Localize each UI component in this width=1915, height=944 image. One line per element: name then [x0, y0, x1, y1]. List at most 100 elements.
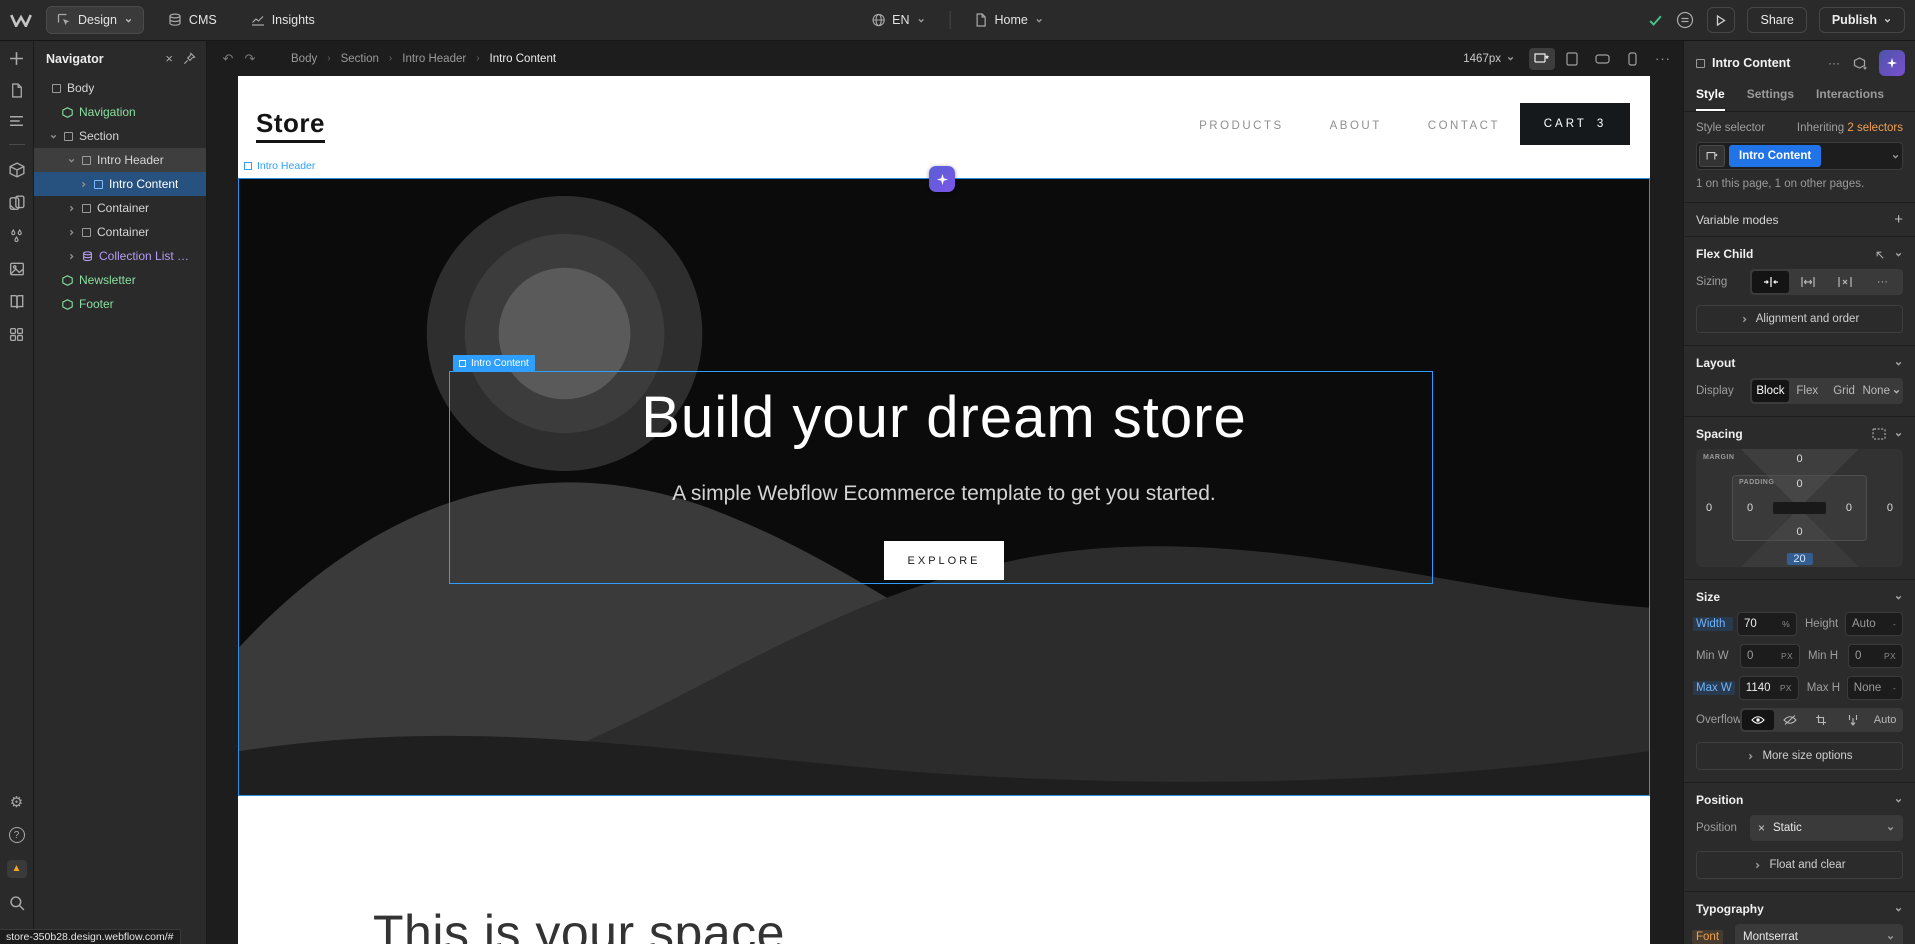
tree-item-intro-header[interactable]: Intro Header — [34, 148, 206, 172]
tab-interactions[interactable]: Interactions — [1816, 83, 1884, 111]
breadcrumb-section[interactable]: Section — [335, 53, 385, 65]
select-parent-icon[interactable] — [1873, 248, 1886, 261]
audit-warning-icon[interactable]: ▲ — [7, 860, 27, 878]
breakpoint-indicator-icon[interactable] — [1699, 145, 1725, 167]
padding-left-value[interactable]: 0 — [1747, 502, 1753, 514]
explore-button[interactable]: EXPLORE — [884, 541, 1004, 580]
comments-icon[interactable] — [1675, 10, 1695, 30]
collapse-section-icon[interactable] — [1894, 905, 1903, 914]
tree-item-navigation[interactable]: Navigation — [34, 100, 206, 124]
margin-bottom-value[interactable]: 20 — [1786, 553, 1812, 565]
element-more-icon[interactable]: ··· — [1828, 56, 1840, 70]
padding-right-value[interactable]: 0 — [1846, 502, 1852, 514]
tree-item-container[interactable]: Container — [34, 196, 206, 220]
intro-content-label[interactable]: Intro Content — [453, 355, 535, 371]
site-logo[interactable]: Store — [256, 108, 325, 143]
search-icon[interactable] — [9, 895, 25, 911]
margin-top-value[interactable]: 0 — [1696, 453, 1903, 465]
assets-image-icon[interactable] — [9, 261, 25, 277]
hero-title[interactable]: Build your dream store — [239, 384, 1649, 451]
chevron-down-icon[interactable] — [1891, 152, 1900, 161]
canvas-width-control[interactable]: 1467px — [1463, 53, 1515, 65]
collapse-section-icon[interactable] — [1894, 250, 1903, 259]
undo-icon[interactable]: ↶ — [219, 51, 237, 67]
nav-link-about[interactable]: ABOUT — [1330, 120, 1382, 132]
display-block-option[interactable]: Block — [1752, 380, 1789, 402]
chevron-right-icon[interactable] — [66, 228, 76, 237]
nav-link-contact[interactable]: CONTACT — [1428, 120, 1500, 132]
sizing-more-icon[interactable]: ··· — [1864, 271, 1901, 293]
breakpoint-tablet-icon[interactable] — [1559, 48, 1585, 70]
variables-icon[interactable] — [9, 228, 24, 244]
tab-settings[interactable]: Settings — [1747, 83, 1794, 111]
clear-icon[interactable]: × — [1758, 821, 1765, 835]
intro-header-label[interactable]: Intro Header — [244, 160, 315, 172]
max-width-field[interactable]: PX — [1739, 676, 1799, 700]
pages-icon[interactable] — [10, 83, 24, 98]
style-selector-input[interactable]: Intro Content — [1696, 142, 1903, 170]
more-size-options-expander[interactable]: More size options — [1696, 742, 1903, 770]
chevron-right-icon[interactable] — [66, 204, 76, 213]
overflow-auto-option[interactable]: Auto — [1869, 710, 1901, 730]
pin-panel-icon[interactable] — [183, 52, 196, 65]
sizing-none-icon[interactable] — [1827, 271, 1864, 293]
locale-switcher[interactable]: EN — [861, 7, 935, 33]
overflow-visible-eye-icon[interactable] — [1742, 710, 1774, 730]
cart-button[interactable]: CART 3 — [1520, 103, 1630, 145]
publish-button[interactable]: Publish — [1819, 7, 1905, 33]
max-width-input[interactable] — [1746, 682, 1776, 694]
collapse-section-icon[interactable] — [1894, 359, 1903, 368]
next-section-title[interactable]: This is your space — [373, 904, 785, 944]
add-variable-mode-icon[interactable]: + — [1894, 212, 1903, 227]
width-field[interactable]: % — [1737, 612, 1797, 636]
page-switcher[interactable]: Home — [965, 7, 1054, 33]
alignment-and-order-expander[interactable]: Alignment and order — [1696, 305, 1903, 333]
chevron-right-icon[interactable] — [78, 180, 88, 189]
collapse-section-icon[interactable] — [1894, 796, 1903, 805]
apps-grid-icon[interactable] — [9, 327, 24, 342]
min-height-field[interactable]: PX — [1848, 644, 1903, 668]
breakpoint-phone-portrait-icon[interactable] — [1619, 48, 1645, 70]
breadcrumb-intro-content[interactable]: Intro Content — [484, 53, 562, 65]
collapse-section-icon[interactable] — [1894, 593, 1903, 602]
settings-gear-icon[interactable]: ⚙ — [10, 795, 23, 810]
intro-header-section[interactable]: Intro Content Build your dream store A s… — [238, 178, 1650, 796]
breadcrumb-body[interactable]: Body — [285, 53, 323, 65]
ai-assistant-panel-button[interactable] — [1879, 50, 1905, 76]
tree-item-newsletter[interactable]: Newsletter — [34, 268, 206, 292]
width-input[interactable] — [1744, 618, 1778, 630]
position-dropdown[interactable]: × Static — [1750, 815, 1903, 841]
webflow-logo[interactable] — [10, 14, 32, 27]
padding-bottom-value[interactable]: 0 — [1796, 526, 1802, 538]
help-icon[interactable]: ? — [9, 827, 25, 843]
design-mode-button[interactable]: Design — [46, 6, 144, 34]
sizing-grow-icon[interactable] — [1789, 271, 1826, 293]
overflow-scroll-crop-icon[interactable] — [1806, 710, 1838, 730]
breakpoint-desktop-icon[interactable] — [1529, 48, 1555, 70]
tree-item-container[interactable]: Container — [34, 220, 206, 244]
preview-button[interactable] — [1707, 7, 1735, 33]
tree-item-footer[interactable]: Footer — [34, 292, 206, 316]
overflow-scroll-icon[interactable] — [1837, 710, 1869, 730]
close-icon[interactable]: × — [165, 51, 173, 66]
float-and-clear-expander[interactable]: Float and clear — [1696, 851, 1903, 879]
canvas-more-icon[interactable]: ··· — [1655, 51, 1671, 66]
display-none-option[interactable]: None — [1862, 380, 1901, 402]
sizing-shrink-icon[interactable] — [1752, 271, 1789, 293]
tree-item-intro-content[interactable]: Intro Content — [34, 172, 206, 196]
tree-item-collection-list[interactable]: Collection List Wra... — [34, 244, 206, 268]
min-width-field[interactable]: PX — [1740, 644, 1800, 668]
margin-right-value[interactable]: 0 — [1887, 502, 1893, 514]
redo-icon[interactable]: ↷ — [241, 51, 259, 67]
chevron-down-icon[interactable] — [48, 132, 58, 141]
components-icon[interactable] — [9, 162, 25, 178]
min-width-input[interactable] — [1747, 650, 1777, 662]
margin-left-value[interactable]: 0 — [1706, 502, 1712, 514]
hero-subtitle[interactable]: A simple Webflow Ecommerce template to g… — [239, 482, 1649, 506]
add-elements-icon[interactable] — [9, 51, 24, 66]
libraries-book-icon[interactable] — [9, 294, 25, 310]
padding-top-value[interactable]: 0 — [1733, 478, 1866, 490]
overflow-hidden-eye-slash-icon[interactable] — [1774, 710, 1806, 730]
chevron-down-icon[interactable] — [66, 156, 76, 165]
max-height-field[interactable]: None - — [1847, 676, 1903, 700]
